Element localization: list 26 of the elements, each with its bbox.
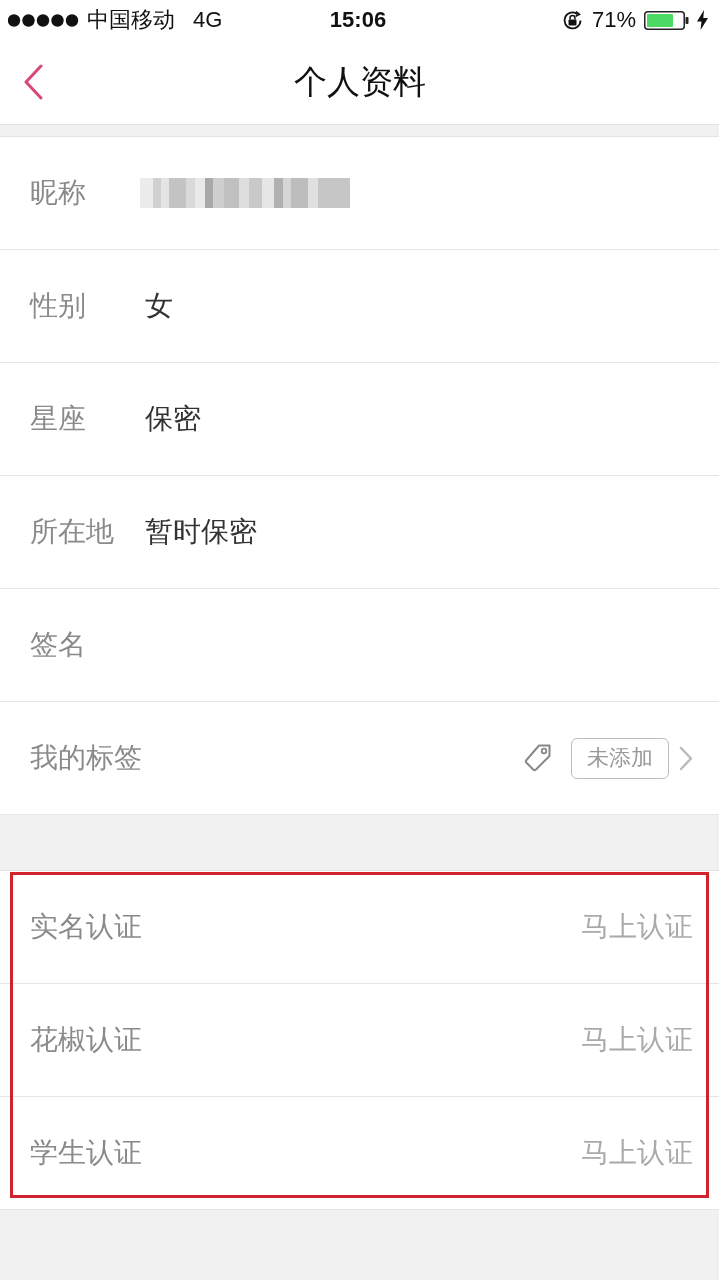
chevron-icon [679,745,693,771]
tag-icon [522,742,554,774]
field-value: 暂时保密 [145,515,257,549]
battery-percent: 71% [591,7,636,33]
field-value: 保密 [145,402,201,436]
field-label: 学生认证 [30,1136,143,1170]
field-label: 我的标签 [30,741,142,775]
field-label: 花椒认证 [30,1023,143,1057]
battery-icon [644,10,689,30]
back-chevron-icon [23,64,43,100]
add-tag-button[interactable]: 未添加 [571,737,669,779]
verify-link[interactable]: 马上认证 [581,1021,693,1059]
page-title: 个人资料 [292,61,427,102]
field-label: 星座 [30,402,87,436]
verify-link[interactable]: 马上认证 [581,908,693,946]
field-label: 实名认证 [30,910,143,944]
carrier-name: 中国移动 [87,6,175,34]
signal-icon [8,13,79,27]
field-label: 昵称 [30,176,87,210]
network-type: 4G [193,7,223,33]
field-label: 签名 [30,628,87,662]
field-label: 所在地 [30,515,115,549]
field-value: 女 [145,289,173,323]
field-label: 性别 [30,289,87,323]
verify-link[interactable]: 马上认证 [581,1134,693,1172]
clock-time: 15:06 [329,7,387,33]
